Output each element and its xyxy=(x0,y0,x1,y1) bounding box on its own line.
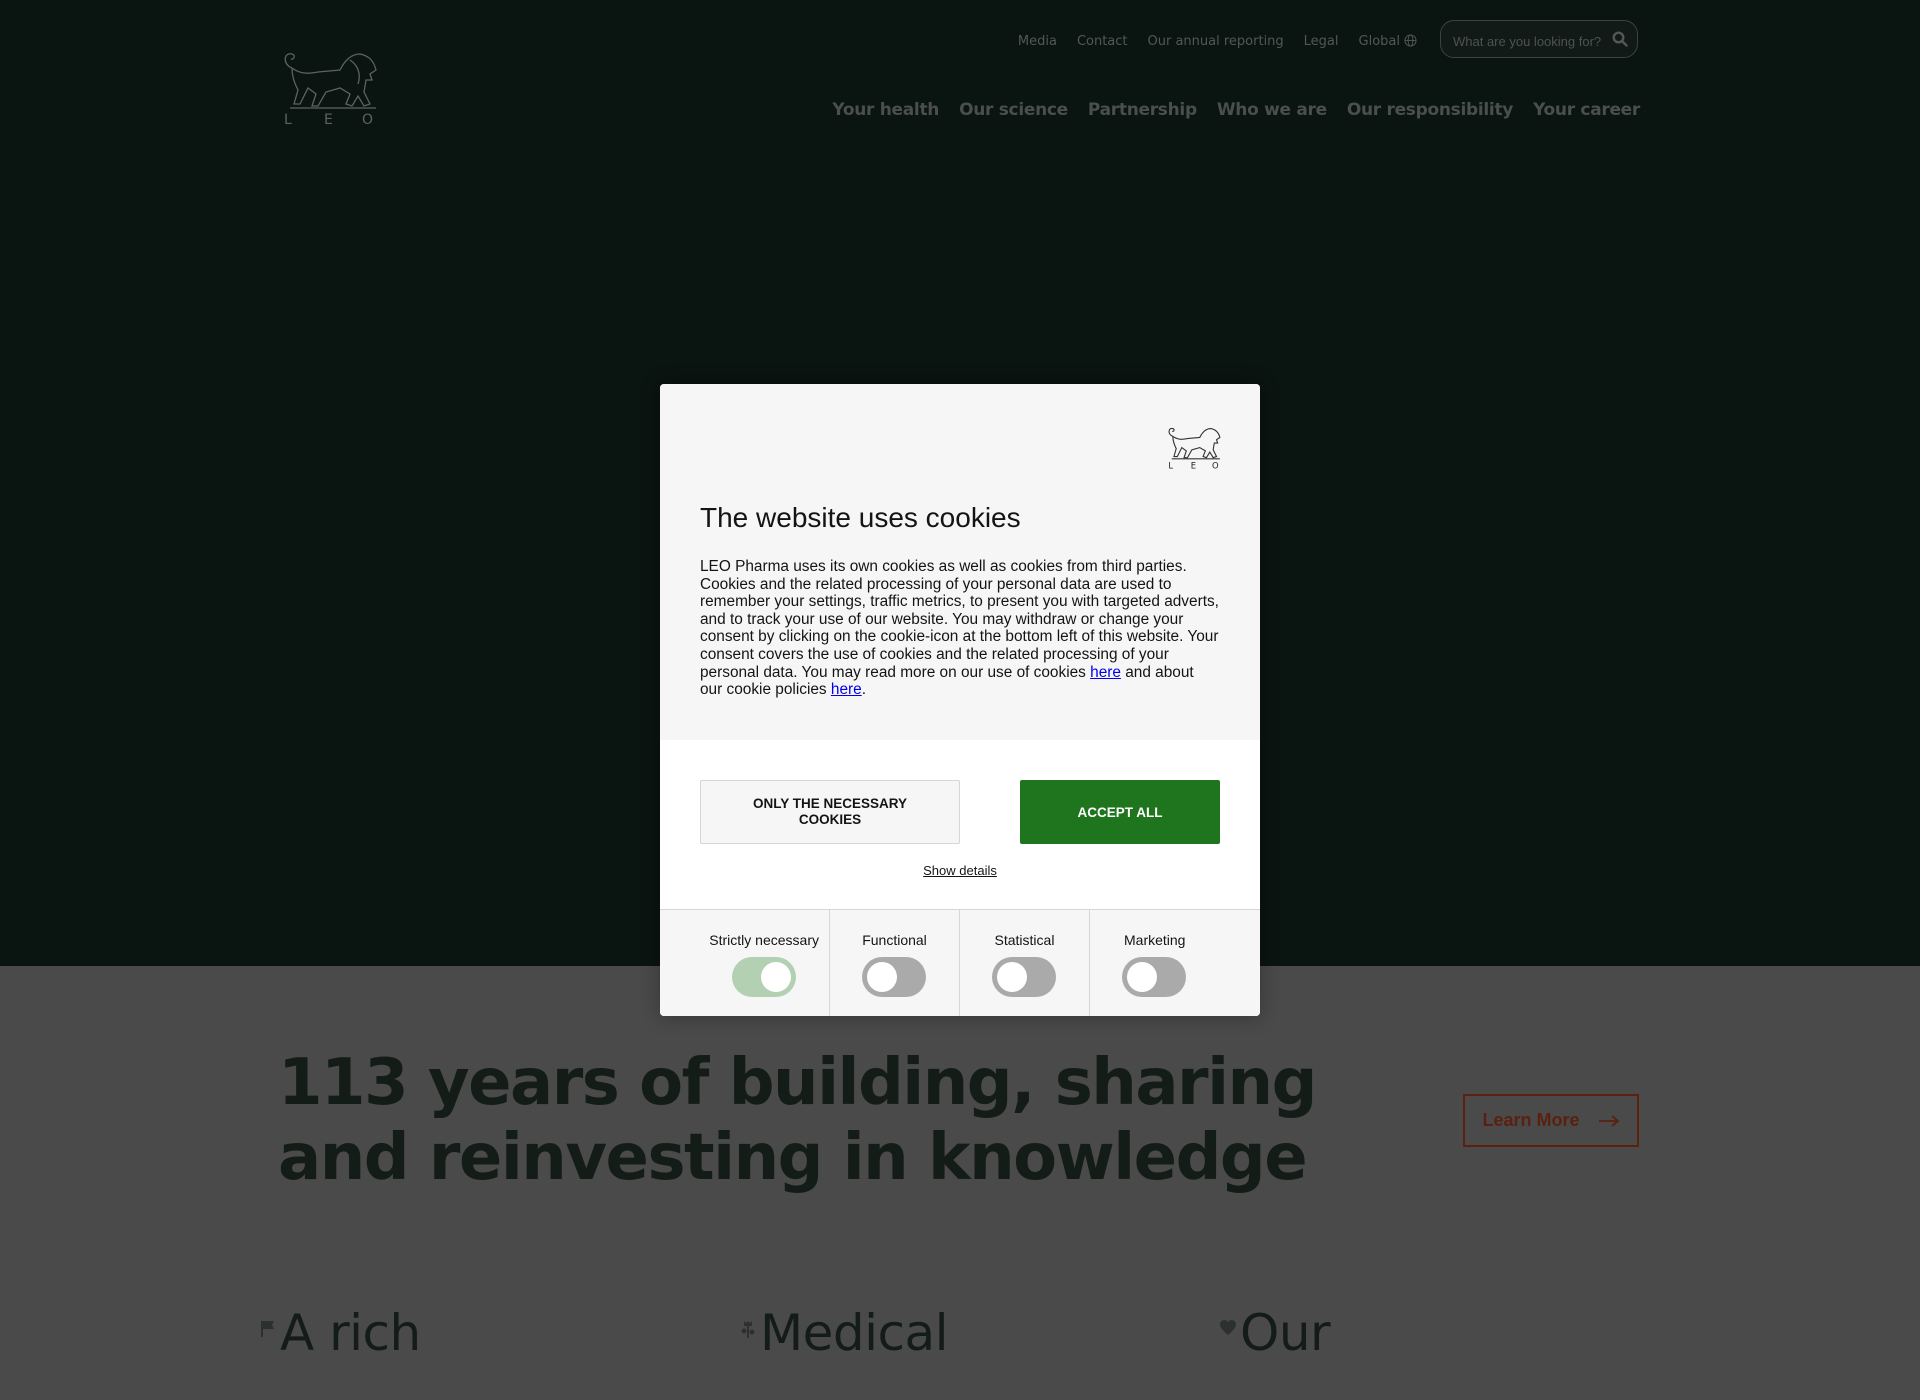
feature-title: Medical xyxy=(760,1304,949,1362)
statistical-toggle[interactable] xyxy=(992,957,1056,997)
strictly-necessary-toggle[interactable] xyxy=(732,957,796,997)
svg-text:O: O xyxy=(362,112,373,126)
learn-more-label: Learn More xyxy=(1482,1110,1580,1130)
feature-our[interactable]: Our xyxy=(1220,1304,1331,1362)
flag-icon xyxy=(261,1321,274,1337)
functional-toggle[interactable] xyxy=(862,957,926,997)
search-input[interactable] xyxy=(1451,30,1615,52)
cookie-use-link[interactable]: here xyxy=(1090,664,1121,681)
category-label: Marketing xyxy=(1124,932,1186,948)
util-link-annual-reporting[interactable]: Our annual reporting xyxy=(1148,34,1284,49)
category-strictly-necessary: Strictly necessary xyxy=(660,910,830,1016)
leo-logo-small: LEO xyxy=(1168,427,1221,470)
feature-medical[interactable]: Medical xyxy=(740,1304,949,1362)
util-link-legal[interactable]: Legal xyxy=(1304,34,1339,49)
feature-title: Our xyxy=(1240,1304,1331,1362)
show-details-row: Show details xyxy=(660,863,1260,878)
cookie-text-main: LEO Pharma uses its own cookies as well … xyxy=(700,558,1219,681)
heart-icon xyxy=(1220,1320,1236,1335)
category-label: Statistical xyxy=(994,932,1055,948)
learn-more-button[interactable]: Learn More xyxy=(1463,1094,1639,1147)
only-necessary-cookies-button[interactable]: ONLY THE NECESSARY COOKIES xyxy=(700,780,960,844)
cookie-dialog-text: LEO Pharma uses its own cookies as well … xyxy=(700,558,1220,699)
svg-text:O: O xyxy=(1212,460,1219,470)
svg-text:L: L xyxy=(1168,460,1173,470)
main-nav: Your health Our science Partnership Who … xyxy=(832,100,1640,120)
nav-your-health[interactable]: Your health xyxy=(832,100,939,120)
cookie-policy-link[interactable]: here xyxy=(831,681,862,698)
util-link-global[interactable]: Global xyxy=(1359,34,1417,49)
show-details-link[interactable]: Show details xyxy=(923,863,997,878)
leo-logo[interactable]: LEO xyxy=(278,48,378,126)
cookie-consent-dialog: L E O The website uses cookies LEO Pharma … xyxy=(660,384,1260,1016)
search-icon[interactable] xyxy=(1612,31,1628,47)
svg-text:L: L xyxy=(284,112,292,126)
toggle-knob xyxy=(1127,962,1157,992)
nav-your-career[interactable]: Your career xyxy=(1533,100,1640,120)
page-headline: 113 years of building, sharing and reinv… xyxy=(278,1046,1317,1195)
global-label: Global xyxy=(1358,34,1400,49)
globe-icon xyxy=(1404,34,1417,47)
util-link-media[interactable]: Media xyxy=(1018,34,1057,49)
category-label: Strictly necessary xyxy=(709,932,819,948)
category-statistical: Statistical xyxy=(960,910,1090,1016)
toggle-knob xyxy=(867,962,897,992)
toggle-knob xyxy=(761,962,791,992)
feature-heritage[interactable]: A rich xyxy=(260,1308,421,1358)
toggle-knob xyxy=(997,962,1027,992)
category-marketing: Marketing xyxy=(1090,910,1260,1016)
arrow-right-icon xyxy=(1598,1114,1619,1127)
svg-text:E: E xyxy=(324,112,333,126)
marketing-toggle[interactable] xyxy=(1122,957,1186,997)
util-link-contact[interactable]: Contact xyxy=(1077,34,1128,49)
flower-icon xyxy=(741,1321,755,1338)
nav-partnership[interactable]: Partnership xyxy=(1088,100,1197,120)
svg-text:E: E xyxy=(1191,460,1196,470)
category-functional: Functional xyxy=(830,910,960,1016)
utility-nav: Media Contact Our annual reporting Legal… xyxy=(1018,34,1417,49)
category-label: Functional xyxy=(862,932,927,948)
cookie-categories: Strictly necessary Functional Statistica… xyxy=(660,909,1260,1016)
accept-all-button[interactable]: ACCEPT ALL xyxy=(1020,780,1220,844)
search-box xyxy=(1440,20,1638,58)
nav-our-science[interactable]: Our science xyxy=(959,100,1068,120)
nav-our-responsibility[interactable]: Our responsibility xyxy=(1347,100,1514,120)
cookie-text-end: . xyxy=(861,681,866,699)
feature-title: A rich xyxy=(280,1304,421,1362)
cookie-dialog-title: The website uses cookies xyxy=(700,502,1021,533)
nav-who-we-are[interactable]: Who we are xyxy=(1217,100,1327,120)
